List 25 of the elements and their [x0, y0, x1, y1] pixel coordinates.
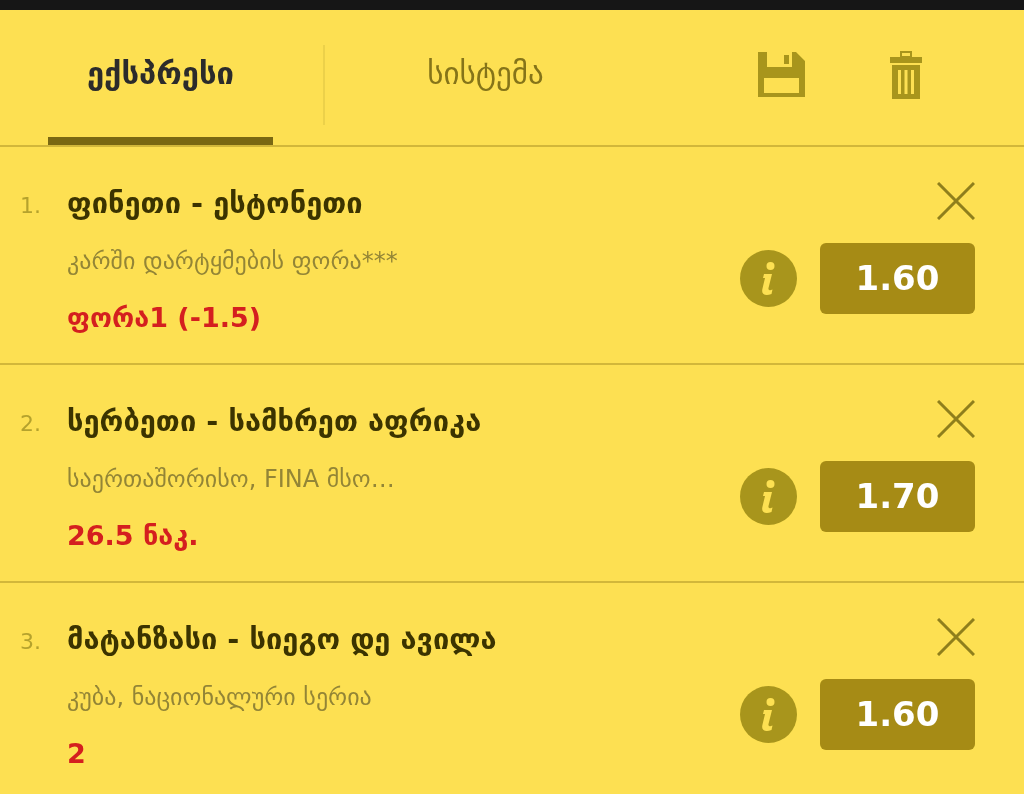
selection-label: ფორა1 (-1.5) — [67, 301, 262, 335]
tab[interactable]: ექსპრესი — [48, 10, 273, 145]
odds-button[interactable]: 1.60 — [820, 243, 975, 314]
info-icon[interactable] — [740, 468, 797, 525]
info-icon[interactable] — [740, 686, 797, 743]
trash-icon[interactable] — [890, 50, 922, 99]
market-name: კუბა, ნაციონალური სერია — [67, 682, 372, 713]
match-title: სერბეთი - სამხრეთ აფრიკა — [67, 403, 482, 440]
bet-number: 2. — [20, 410, 42, 438]
match-title: მატანზასი - სიეგო დე ავილა — [67, 621, 497, 658]
close-icon[interactable] — [937, 618, 975, 656]
market-name: საერთაშორისო, FINA მსო… — [67, 464, 395, 495]
save-icon[interactable] — [758, 52, 805, 97]
market-name: კარში დარტყმების ფორა*** — [67, 246, 398, 277]
close-icon[interactable] — [937, 182, 975, 220]
match-title: ფინეთი - ესტონეთი — [67, 185, 363, 222]
bet-number: 1. — [20, 192, 42, 220]
close-icon[interactable] — [937, 400, 975, 438]
tab[interactable]: სისტემა — [373, 10, 598, 145]
selection-label: 26.5 ნაკ. — [67, 519, 199, 553]
odds-button[interactable]: 1.70 — [820, 461, 975, 532]
info-icon[interactable] — [740, 250, 797, 307]
odds-button[interactable]: 1.60 — [820, 679, 975, 750]
bet-number: 3. — [20, 628, 42, 656]
selection-label: 2 — [67, 737, 86, 771]
